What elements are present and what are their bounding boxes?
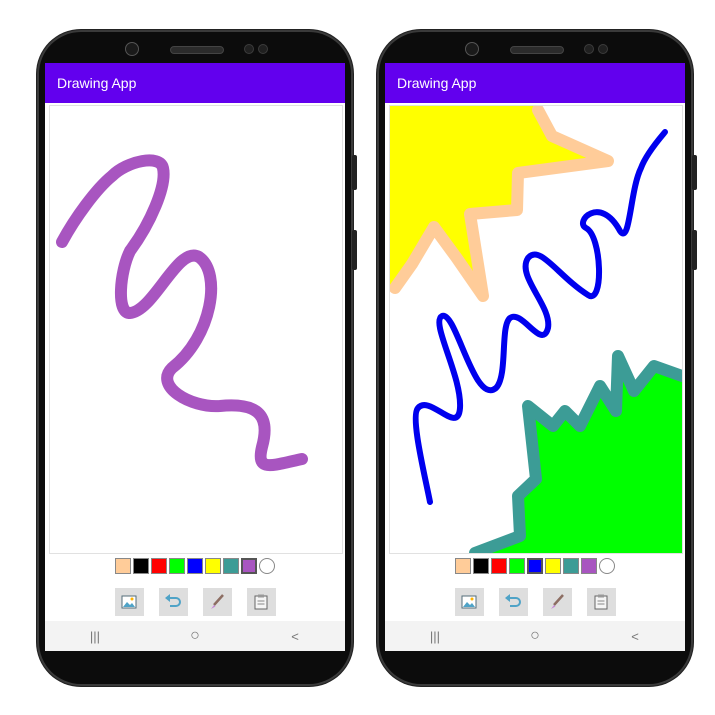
phone-left: Drawing App ||| ○ < bbox=[37, 30, 357, 686]
screen: Drawing App ||| ○ < bbox=[45, 63, 345, 651]
undo-icon bbox=[505, 594, 521, 607]
app-bar: Drawing App bbox=[385, 63, 685, 103]
system-nav-bar: ||| ○ < bbox=[45, 621, 345, 651]
undo-button[interactable] bbox=[158, 588, 188, 616]
earpiece-speaker bbox=[170, 46, 224, 54]
recents-button[interactable]: ||| bbox=[80, 626, 110, 646]
color-swatch-purple[interactable] bbox=[241, 558, 257, 574]
color-swatch-peach[interactable] bbox=[115, 558, 131, 574]
volume-up-button bbox=[352, 155, 357, 190]
green-fill-shape bbox=[475, 356, 682, 553]
app-title: Drawing App bbox=[397, 75, 477, 91]
color-swatch-yellow[interactable] bbox=[545, 558, 561, 574]
back-icon: < bbox=[631, 628, 639, 644]
color-swatch-black[interactable] bbox=[133, 558, 149, 574]
color-swatch-green[interactable] bbox=[509, 558, 525, 574]
tool-bar bbox=[385, 588, 685, 616]
save-icon bbox=[594, 594, 608, 610]
drawing-canvas[interactable] bbox=[389, 105, 683, 554]
recents-icon: ||| bbox=[429, 628, 441, 644]
drawing-surface[interactable] bbox=[50, 106, 342, 553]
phone-right: Drawing App ||| ○ < bbox=[377, 30, 697, 686]
screen: Drawing App ||| ○ < bbox=[385, 63, 685, 651]
sensor-dot bbox=[258, 44, 268, 54]
yellow-fill-shape bbox=[390, 106, 608, 296]
sensor-dot bbox=[244, 44, 254, 54]
home-button[interactable]: ○ bbox=[180, 626, 210, 646]
recents-button[interactable]: ||| bbox=[420, 626, 450, 646]
gallery-button[interactable] bbox=[114, 588, 144, 616]
brush-size-button[interactable] bbox=[202, 588, 232, 616]
purple-stroke bbox=[56, 154, 308, 472]
color-swatch-teal[interactable] bbox=[223, 558, 239, 574]
color-swatch-red[interactable] bbox=[151, 558, 167, 574]
gallery-button[interactable] bbox=[454, 588, 484, 616]
system-nav-bar: ||| ○ < bbox=[385, 621, 685, 651]
front-camera-icon bbox=[465, 42, 479, 56]
color-swatch-teal[interactable] bbox=[563, 558, 579, 574]
color-swatch-red[interactable] bbox=[491, 558, 507, 574]
color-swatch-black[interactable] bbox=[473, 558, 489, 574]
color-swatch-white[interactable] bbox=[599, 558, 615, 574]
undo-button[interactable] bbox=[498, 588, 528, 616]
save-button[interactable] bbox=[586, 588, 616, 616]
color-swatch-white[interactable] bbox=[259, 558, 275, 574]
drawing-canvas[interactable] bbox=[49, 105, 343, 554]
image-icon bbox=[461, 595, 477, 609]
sensor-dot bbox=[598, 44, 608, 54]
back-button[interactable]: < bbox=[620, 626, 650, 646]
home-icon: ○ bbox=[530, 627, 540, 644]
color-swatch-blue[interactable] bbox=[187, 558, 203, 574]
home-button[interactable]: ○ bbox=[520, 626, 550, 646]
sensor-dot bbox=[584, 44, 594, 54]
brush-size-button[interactable] bbox=[542, 588, 572, 616]
color-palette bbox=[385, 558, 685, 574]
volume-down-button bbox=[692, 230, 697, 270]
brush-icon bbox=[551, 594, 564, 609]
earpiece-speaker bbox=[510, 46, 564, 54]
undo-icon bbox=[165, 594, 181, 607]
front-camera-icon bbox=[125, 42, 139, 56]
save-icon bbox=[254, 594, 268, 610]
image-icon bbox=[121, 595, 137, 609]
color-palette bbox=[45, 558, 345, 574]
color-swatch-yellow[interactable] bbox=[205, 558, 221, 574]
back-button[interactable]: < bbox=[280, 626, 310, 646]
tool-bar bbox=[45, 588, 345, 616]
save-button[interactable] bbox=[246, 588, 276, 616]
volume-down-button bbox=[352, 230, 357, 270]
home-icon: ○ bbox=[190, 627, 200, 644]
app-title: Drawing App bbox=[57, 75, 137, 91]
drawing-surface[interactable] bbox=[390, 106, 682, 553]
color-swatch-purple[interactable] bbox=[581, 558, 597, 574]
recents-icon: ||| bbox=[89, 628, 101, 644]
volume-up-button bbox=[692, 155, 697, 190]
color-swatch-blue[interactable] bbox=[527, 558, 543, 574]
color-swatch-peach[interactable] bbox=[455, 558, 471, 574]
back-icon: < bbox=[291, 628, 299, 644]
brush-icon bbox=[211, 594, 224, 609]
color-swatch-green[interactable] bbox=[169, 558, 185, 574]
app-bar: Drawing App bbox=[45, 63, 345, 103]
